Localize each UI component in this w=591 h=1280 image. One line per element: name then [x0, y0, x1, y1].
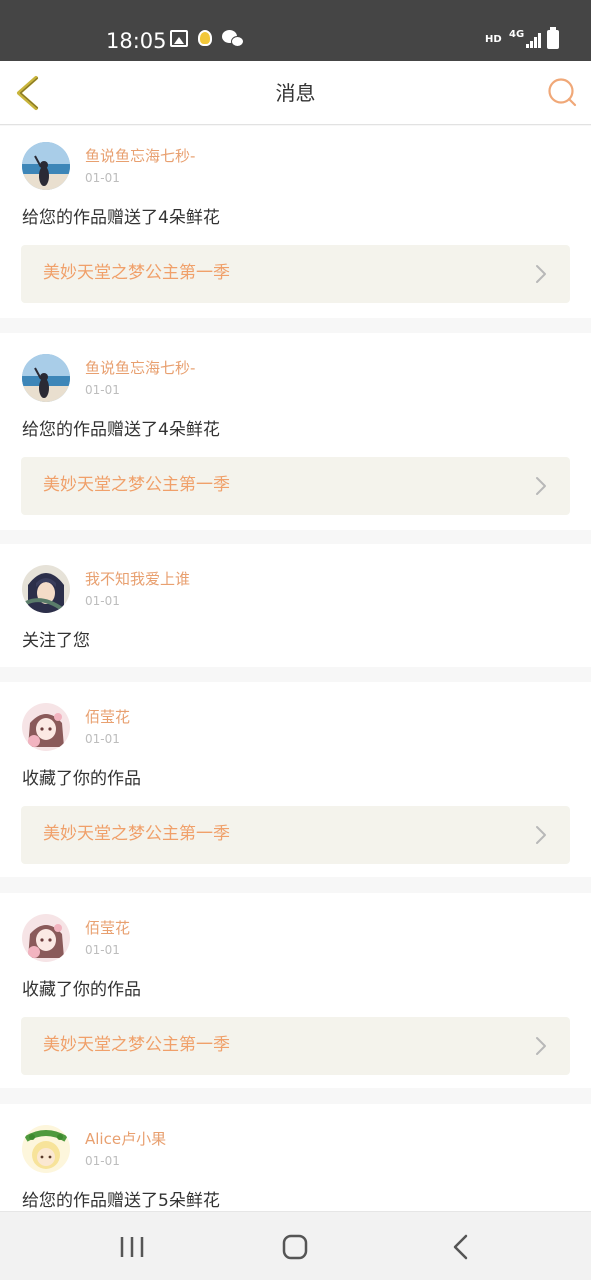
message-card[interactable]: Alice卢小果 01-01 给您的作品赠送了5朵鲜花 [0, 1104, 591, 1224]
message-card[interactable]: 鱼说鱼忘海七秒- 01-01 给您的作品赠送了4朵鲜花 美妙天堂之梦公主第一季 [0, 333, 591, 530]
back-icon[interactable] [442, 1232, 482, 1262]
username[interactable]: Alice卢小果 [85, 1129, 166, 1149]
battery-icon [547, 27, 559, 49]
gallery-icon [170, 30, 188, 47]
avatar[interactable] [22, 914, 70, 962]
chevron-right-icon [536, 826, 546, 844]
message-card[interactable]: 佰莹花 01-01 收藏了你的作品 美妙天堂之梦公主第一季 [0, 682, 591, 877]
username[interactable]: 鱼说鱼忘海七秒- [85, 358, 195, 378]
chevron-right-icon [536, 1037, 546, 1055]
message-text: 关注了您 [22, 631, 90, 651]
message-card[interactable]: 鱼说鱼忘海七秒- 01-01 给您的作品赠送了4朵鲜花 美妙天堂之梦公主第一季 [0, 126, 591, 318]
header: 消息 [0, 61, 591, 125]
message-date: 01-01 [85, 171, 120, 185]
username[interactable]: 佰莹花 [85, 918, 130, 938]
chevron-right-icon [536, 265, 546, 283]
avatar[interactable] [22, 565, 70, 613]
home-icon[interactable] [275, 1232, 315, 1262]
message-date: 01-01 [85, 732, 120, 746]
network-type: 4G [509, 29, 525, 40]
status-bar: 18:05 HD 4G [0, 0, 591, 61]
work-title: 美妙天堂之梦公主第一季 [43, 1035, 230, 1055]
message-text: 给您的作品赠送了4朵鲜花 [22, 208, 220, 228]
hd-indicator: HD [485, 34, 502, 45]
search-icon[interactable] [547, 77, 577, 107]
message-text: 给您的作品赠送了4朵鲜花 [22, 420, 220, 440]
message-date: 01-01 [85, 943, 120, 957]
message-date: 01-01 [85, 1154, 120, 1168]
message-date: 01-01 [85, 383, 120, 397]
message-text: 收藏了你的作品 [22, 769, 141, 789]
username[interactable]: 我不知我爱上谁 [85, 569, 190, 589]
bulb-icon [198, 30, 212, 46]
signal-icon [526, 32, 542, 48]
recents-icon[interactable] [112, 1232, 152, 1262]
message-card[interactable]: 佰莹花 01-01 收藏了你的作品 美妙天堂之梦公主第一季 [0, 893, 591, 1088]
avatar[interactable] [22, 1125, 70, 1173]
work-link[interactable]: 美妙天堂之梦公主第一季 [21, 457, 570, 515]
work-title: 美妙天堂之梦公主第一季 [43, 824, 230, 844]
chevron-right-icon [536, 477, 546, 495]
wechat-icon [222, 30, 244, 48]
avatar[interactable] [22, 142, 70, 190]
message-text: 给您的作品赠送了5朵鲜花 [22, 1191, 220, 1211]
page-title: 消息 [275, 81, 316, 105]
username[interactable]: 佰莹花 [85, 707, 130, 727]
work-link[interactable]: 美妙天堂之梦公主第一季 [21, 806, 570, 864]
avatar[interactable] [22, 354, 70, 402]
work-title: 美妙天堂之梦公主第一季 [43, 263, 230, 283]
status-time: 18:05 [106, 29, 167, 53]
message-text: 收藏了你的作品 [22, 980, 141, 1000]
message-card[interactable]: 我不知我爱上谁 01-01 关注了您 [0, 544, 591, 667]
screen: 18:05 HD 4G 消息 鱼说鱼忘海七秒- 01-01 给您的作品赠送了4朵… [0, 0, 591, 1280]
work-title: 美妙天堂之梦公主第一季 [43, 475, 230, 495]
work-link[interactable]: 美妙天堂之梦公主第一季 [21, 1017, 570, 1075]
navigation-bar [0, 1211, 591, 1280]
avatar[interactable] [22, 703, 70, 751]
work-link[interactable]: 美妙天堂之梦公主第一季 [21, 245, 570, 303]
username[interactable]: 鱼说鱼忘海七秒- [85, 146, 195, 166]
message-date: 01-01 [85, 594, 120, 608]
